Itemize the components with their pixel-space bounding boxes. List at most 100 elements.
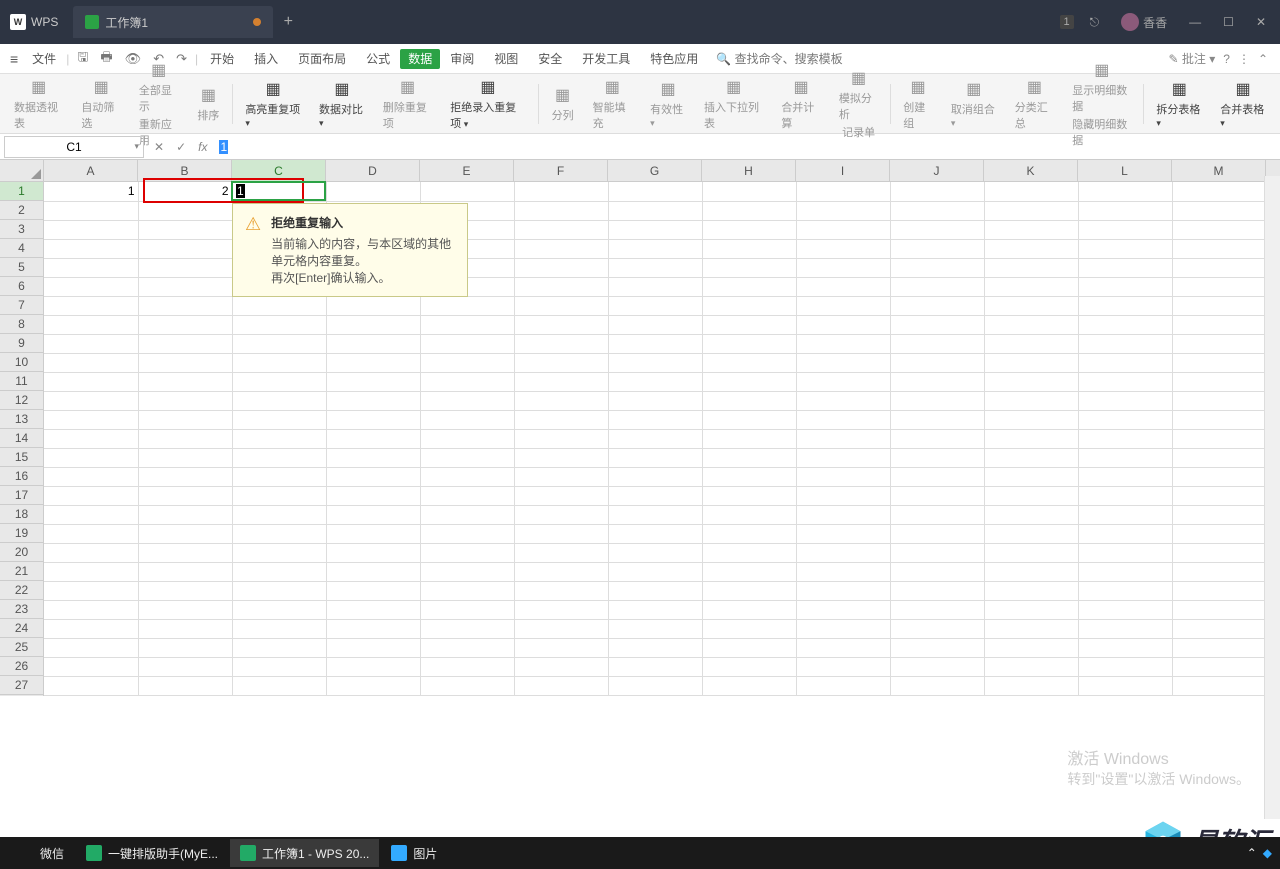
cell-J21[interactable] [890,562,984,581]
cell-C10[interactable] [232,353,326,372]
row-header-11[interactable]: 11 [0,372,43,391]
cell-B22[interactable] [138,581,232,600]
cell-L23[interactable] [1078,600,1172,619]
cell-F10[interactable] [514,353,608,372]
cell-A9[interactable] [44,334,138,353]
cell-F20[interactable] [514,543,608,562]
row-header-12[interactable]: 12 [0,391,43,410]
skin-icon[interactable]: ⎋ [1084,11,1106,34]
cell-D12[interactable] [326,391,420,410]
cell-I1[interactable] [796,182,890,201]
cell-I24[interactable] [796,619,890,638]
cell-L18[interactable] [1078,505,1172,524]
cell-H12[interactable] [702,391,796,410]
cell-L14[interactable] [1078,429,1172,448]
cell-B9[interactable] [138,334,232,353]
cell-K14[interactable] [984,429,1078,448]
cell-K11[interactable] [984,372,1078,391]
col-header-L[interactable]: L [1078,160,1172,181]
cell-I15[interactable] [796,448,890,467]
row-header-20[interactable]: 20 [0,543,43,562]
close-button[interactable]: ✕ [1250,11,1272,33]
col-header-D[interactable]: D [326,160,420,181]
taskbar-item[interactable]: 工作簿1 - WPS 20... [230,839,379,867]
col-header-G[interactable]: G [608,160,702,181]
cell-J11[interactable] [890,372,984,391]
cell-I23[interactable] [796,600,890,619]
cell-H25[interactable] [702,638,796,657]
cell-A16[interactable] [44,467,138,486]
cell-J12[interactable] [890,391,984,410]
cell-M3[interactable] [1172,220,1266,239]
cell-J20[interactable] [890,543,984,562]
cell-G3[interactable] [608,220,702,239]
more-icon[interactable]: ⋮ [1238,52,1250,66]
row-header-13[interactable]: 13 [0,410,43,429]
cell-H19[interactable] [702,524,796,543]
cell-G25[interactable] [608,638,702,657]
cell-E12[interactable] [420,391,514,410]
cell-L3[interactable] [1078,220,1172,239]
cell-I8[interactable] [796,315,890,334]
cell-K16[interactable] [984,467,1078,486]
cell-C21[interactable] [232,562,326,581]
row-header-10[interactable]: 10 [0,353,43,372]
cell-F11[interactable] [514,372,608,391]
cell-I18[interactable] [796,505,890,524]
cell-C11[interactable] [232,372,326,391]
cell-M8[interactable] [1172,315,1266,334]
cell-J23[interactable] [890,600,984,619]
cell-F2[interactable] [514,201,608,220]
cell-D17[interactable] [326,486,420,505]
cell-D18[interactable] [326,505,420,524]
cell-M22[interactable] [1172,581,1266,600]
fx-icon[interactable]: fx [192,140,213,154]
cell-E19[interactable] [420,524,514,543]
cell-H9[interactable] [702,334,796,353]
cell-M15[interactable] [1172,448,1266,467]
cell-D8[interactable] [326,315,420,334]
cell-C12[interactable] [232,391,326,410]
tray-cube-icon[interactable]: ◆ [1263,846,1272,860]
cell-K7[interactable] [984,296,1078,315]
cell-F25[interactable] [514,638,608,657]
cell-G21[interactable] [608,562,702,581]
cell-D1[interactable] [326,182,420,201]
cell-A4[interactable] [44,239,138,258]
cell-E22[interactable] [420,581,514,600]
cell-J13[interactable] [890,410,984,429]
cell-I25[interactable] [796,638,890,657]
cell-I10[interactable] [796,353,890,372]
cell-K1[interactable] [984,182,1078,201]
cell-G10[interactable] [608,353,702,372]
cell-L21[interactable] [1078,562,1172,581]
ribbon-合并表格[interactable]: ▦合并表格 [1212,76,1274,132]
cell-E17[interactable] [420,486,514,505]
cell-E26[interactable] [420,657,514,676]
cell-M1[interactable] [1172,182,1266,201]
cell-B11[interactable] [138,372,232,391]
taskbar-item[interactable]: 图片 [381,839,447,867]
cell-B8[interactable] [138,315,232,334]
cell-E16[interactable] [420,467,514,486]
cell-G4[interactable] [608,239,702,258]
file-menu[interactable]: 文件 [24,50,64,67]
cell-K9[interactable] [984,334,1078,353]
cell-M23[interactable] [1172,600,1266,619]
cell-K22[interactable] [984,581,1078,600]
cell-L26[interactable] [1078,657,1172,676]
cell-K6[interactable] [984,277,1078,296]
cell-D21[interactable] [326,562,420,581]
cell-H18[interactable] [702,505,796,524]
cell-F19[interactable] [514,524,608,543]
cell-L2[interactable] [1078,201,1172,220]
cell-H23[interactable] [702,600,796,619]
name-box[interactable]: C1 [4,136,144,158]
cell-L5[interactable] [1078,258,1172,277]
cell-A1[interactable]: 1 [44,182,138,201]
row-header-9[interactable]: 9 [0,334,43,353]
row-header-21[interactable]: 21 [0,562,43,581]
cell-M2[interactable] [1172,201,1266,220]
cell-D20[interactable] [326,543,420,562]
cell-B7[interactable] [138,296,232,315]
